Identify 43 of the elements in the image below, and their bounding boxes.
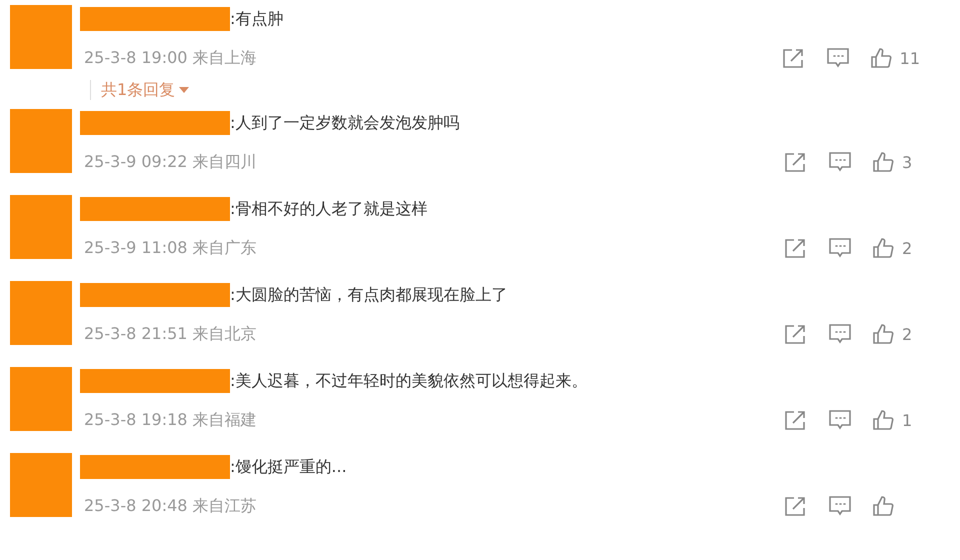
comment-icon[interactable] (828, 409, 852, 431)
comment-icon[interactable] (828, 323, 852, 345)
comment-text: :美人迟暮，不过年轻时的美貌依然可以想得起来。 (230, 370, 588, 392)
redaction-block (10, 5, 72, 69)
comment-icon[interactable] (826, 47, 850, 69)
like-count: 2 (902, 324, 912, 344)
comment-icon[interactable] (828, 237, 852, 259)
comment-text: :大圆脸的苦恼，有点肉都展现在脸上了 (230, 284, 508, 306)
comment-meta: 25-3-8 20:48 来自江苏 (84, 496, 257, 516)
comment-text: :馒化挺严重的... (230, 456, 347, 478)
share-icon[interactable] (784, 323, 808, 345)
share-icon[interactable] (784, 151, 808, 173)
share-icon[interactable] (784, 237, 808, 259)
comment-meta: 25-3-9 09:22 来自四川 (84, 152, 257, 172)
like-count: 3 (902, 152, 912, 172)
comment-text: :人到了一定岁数就会发泡发肿吗 (230, 112, 460, 134)
redaction-block (10, 453, 72, 517)
thumbs-up-icon[interactable] (872, 495, 894, 517)
comment-text: :有点肿 (230, 8, 284, 30)
like-count: 11 (900, 48, 920, 68)
share-icon[interactable] (782, 47, 806, 69)
like-count: 1 (902, 410, 912, 430)
redaction-block (10, 281, 72, 345)
comment-text: :骨相不好的人老了就是这样 (230, 198, 428, 220)
like-count: 2 (902, 238, 912, 258)
comment-meta: 25-3-8 19:18 来自福建 (84, 410, 257, 430)
thumbs-up-icon[interactable] (872, 409, 894, 431)
thumbs-up-icon[interactable] (872, 151, 894, 173)
comment-icon[interactable] (828, 495, 852, 517)
caret-icon (179, 87, 190, 93)
redaction-block (10, 109, 72, 173)
redaction-block (10, 195, 72, 259)
thumbs-up-icon[interactable] (872, 323, 894, 345)
redaction-block (10, 367, 72, 431)
thumbs-up-icon[interactable] (870, 47, 892, 69)
comment-meta: 25-3-8 21:51 来自北京 (84, 324, 257, 344)
comment-icon[interactable] (828, 151, 852, 173)
comment-meta: 25-3-8 19:00 来自上海 (84, 48, 257, 68)
replies-link[interactable]: 共1条回复 (101, 80, 190, 100)
thumbs-up-icon[interactable] (872, 237, 894, 259)
share-icon[interactable] (784, 495, 808, 517)
comment-meta: 25-3-9 11:08 来自广东 (84, 238, 257, 258)
share-icon[interactable] (784, 409, 808, 431)
